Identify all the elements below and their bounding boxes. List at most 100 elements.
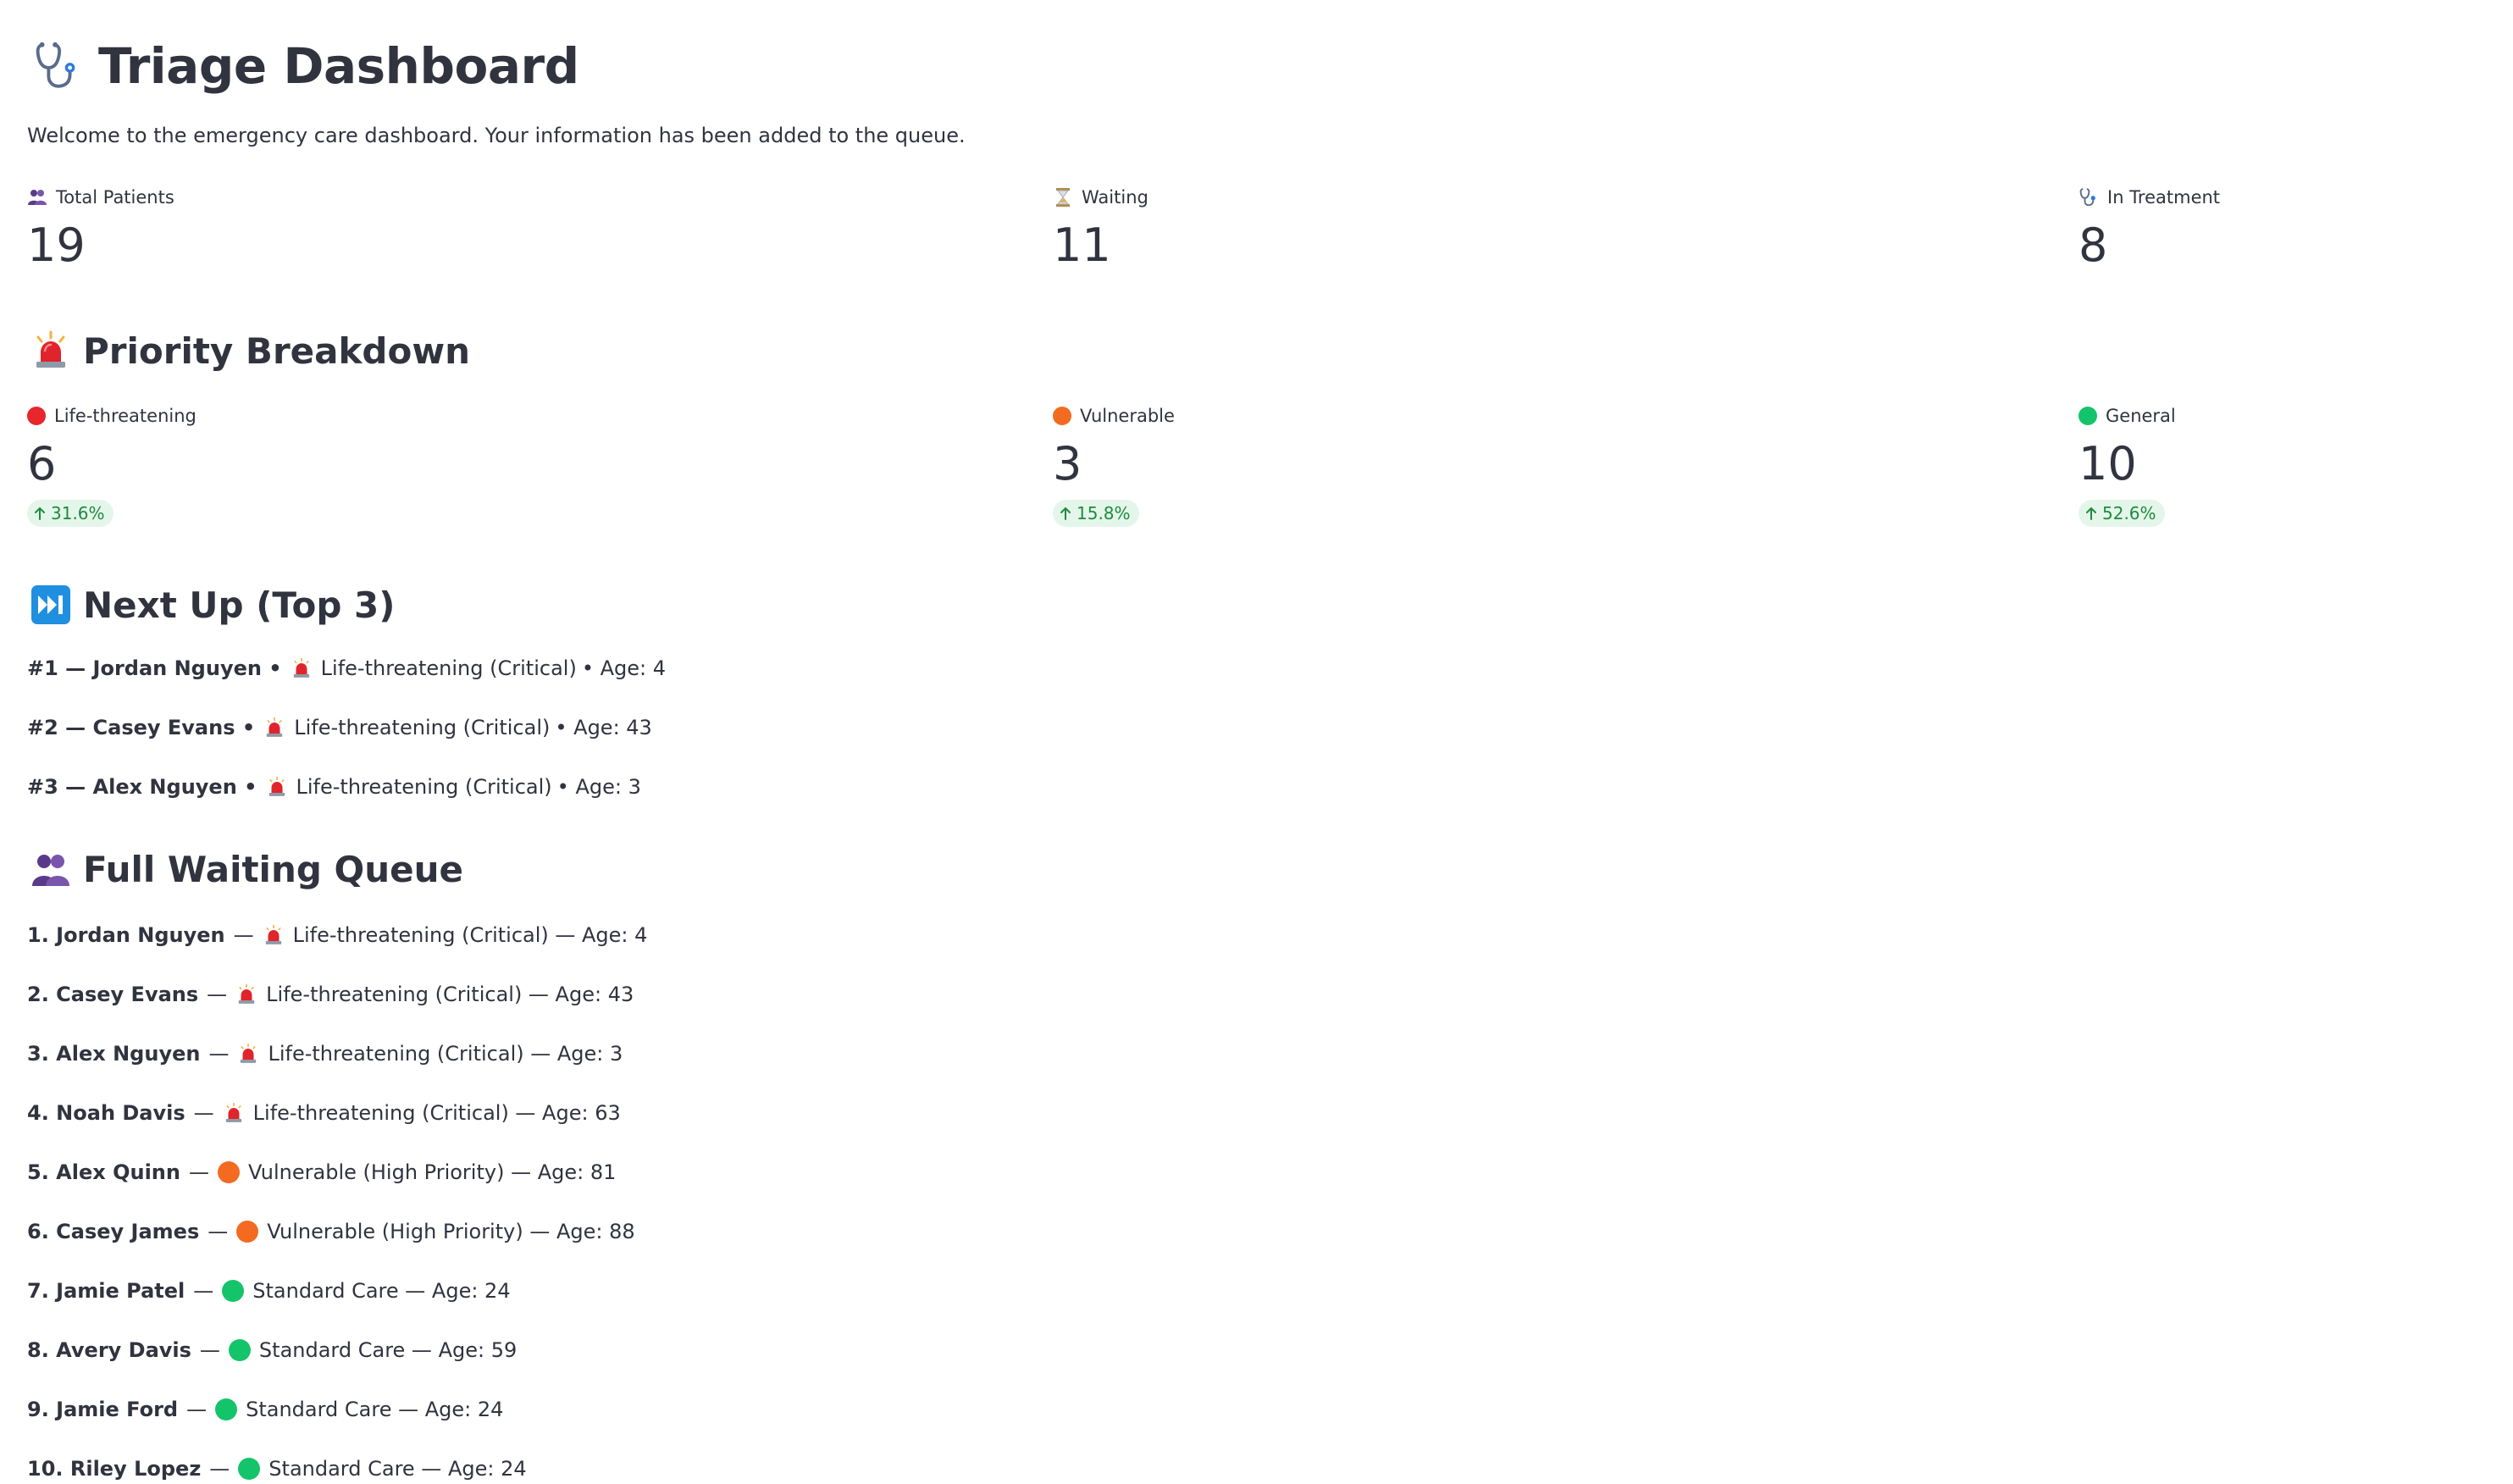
metric-general: General 10 52.6% — [2078, 403, 2176, 527]
next-up-age: • Age: 43 — [555, 716, 652, 739]
priority-marker — [263, 924, 285, 946]
stethoscope-icon — [36, 42, 75, 88]
metric-value: 19 — [27, 219, 86, 272]
queue-separator: — — [199, 1338, 220, 1362]
queue-patient-name: 7. Jamie Patel — [27, 1279, 185, 1303]
next-up-patient: #3 — Alex Nguyen • — [27, 775, 257, 799]
queue-patient-name: 4. Noah Davis — [27, 1101, 185, 1125]
queue-row: 10. Riley Lopez — Standard Care — Age: 24 — [27, 1454, 527, 1483]
next-up-category: Life-threatening (Critical) — [320, 656, 577, 680]
next-track-icon — [31, 585, 70, 624]
hourglass-icon — [1053, 187, 1073, 208]
arrow-up-icon — [1060, 507, 1071, 520]
queue-patient-name: 5. Alex Quinn — [27, 1160, 180, 1184]
delta-badge: 15.8% — [1053, 500, 1139, 527]
queue-separator: — — [208, 1042, 230, 1066]
delta-value: 31.6% — [51, 503, 105, 523]
next-up-patient: #2 — Casey Evans • — [27, 716, 256, 739]
queue-patient-name: 8. Avery Davis — [27, 1338, 191, 1362]
section-title: Next Up (Top 3) — [83, 584, 396, 626]
priority-marker — [235, 983, 257, 1005]
delta-value: 52.6% — [2102, 503, 2156, 523]
section-title: Priority Breakdown — [83, 329, 471, 372]
metric-value: 3 — [1053, 437, 1082, 490]
orange-circle-icon — [1053, 407, 1071, 425]
queue-row: 9. Jamie Ford — Standard Care — Age: 24 — [27, 1395, 503, 1424]
queue-category: Life-threatening (Critical) — Age: 43 — [266, 983, 634, 1006]
metric-label: Vulnerable — [1080, 406, 1175, 426]
metric-value: 6 — [27, 437, 57, 490]
queue-row: 3. Alex Nguyen — Life-threatening (Critica… — [27, 1039, 623, 1068]
metric-total-patients: Total Patients 19 — [27, 185, 174, 271]
queue-category: Life-threatening (Critical) — Age: 4 — [292, 923, 648, 947]
queue-patient-name: 6. Casey James — [27, 1220, 200, 1243]
next-up-item: #1 — Jordan Nguyen • Life-threatening (C… — [27, 654, 666, 683]
queue-separator: — — [209, 1457, 230, 1481]
queue-patient-name: 10. Riley Lopez — [27, 1457, 202, 1481]
queue-separator: — — [207, 983, 228, 1006]
metric-in-treatment: In Treatment 8 — [2078, 185, 2220, 271]
queue-separator: — — [193, 1279, 214, 1303]
metric-value: 8 — [2078, 219, 2108, 272]
siren-icon — [238, 984, 255, 1004]
metric-vulnerable: Vulnerable 3 15.8% — [1053, 403, 1175, 527]
page-title: Triage Dashboard — [98, 37, 579, 95]
metric-label: Life-threatening — [54, 406, 197, 426]
next-up-item: #2 — Casey Evans • Life-threatening (Cri… — [27, 713, 652, 742]
siren-icon — [266, 717, 283, 737]
next-up-category: Life-threatening (Critical) — [296, 775, 552, 799]
queue-separator: — — [188, 1160, 209, 1184]
queue-patient-name: 9. Jamie Ford — [27, 1398, 179, 1421]
full-queue-heading: Full Waiting Queue — [30, 844, 463, 894]
queue-category: Life-threatening (Critical) — Age: 63 — [252, 1101, 621, 1125]
priority-marker — [237, 1043, 259, 1065]
metric-value: 10 — [2078, 437, 2137, 490]
people-icon — [27, 187, 47, 208]
queue-patient-name: 2. Casey Evans — [27, 983, 199, 1006]
next-up-heading: Next Up (Top 3) — [30, 579, 395, 630]
orange-circle-icon — [236, 1221, 259, 1243]
queue-separator: — — [208, 1220, 229, 1243]
arrow-up-icon — [2086, 507, 2096, 520]
queue-separator: — — [193, 1101, 214, 1125]
next-up-category: Life-threatening (Critical) — [294, 716, 551, 739]
section-title: Full Waiting Queue — [83, 848, 464, 890]
queue-category: Vulnerable (High Priority) — Age: 81 — [247, 1160, 617, 1184]
queue-category: Standard Care — Age: 24 — [246, 1398, 504, 1421]
queue-row: 6. Casey James — Vulnerable (High Priority… — [27, 1217, 635, 1246]
metric-label: Waiting — [1082, 187, 1149, 208]
siren-icon — [265, 925, 281, 944]
priority-breakdown-heading: Priority Breakdown — [30, 325, 470, 376]
queue-category: Standard Care — Age: 59 — [258, 1338, 518, 1362]
siren-icon — [293, 658, 309, 678]
page-header: Triage Dashboard — [32, 34, 579, 98]
green-circle-icon — [222, 1280, 245, 1302]
queue-category: Vulnerable (High Priority) — Age: 88 — [267, 1220, 635, 1243]
queue-category: Standard Care — Age: 24 — [268, 1457, 527, 1481]
siren-icon — [36, 330, 65, 368]
siren-icon — [268, 777, 285, 796]
delta-badge: 52.6% — [2078, 500, 2165, 527]
metric-value: 11 — [1053, 219, 1111, 272]
next-up-patient: #1 — Jordan Nguyen • — [27, 656, 282, 680]
green-circle-icon — [215, 1398, 238, 1420]
metric-life-threatening: Life-threatening 6 31.6% — [27, 403, 197, 527]
priority-metrics: Life-threatening 6 31.6% Vulnerable 3 15… — [27, 403, 2483, 539]
red-circle-icon — [27, 407, 46, 425]
queue-row: 4. Noah Davis — Life-threatening (Critical… — [27, 1099, 621, 1127]
green-circle-icon — [238, 1458, 261, 1480]
queue-row: 7. Jamie Patel — Standard Care — Age: 24 — [27, 1276, 511, 1305]
green-circle-icon — [2078, 407, 2097, 425]
next-up-item: #3 — Alex Nguyen • Life-threatening (Cri… — [27, 772, 641, 801]
queue-separator: — — [233, 923, 254, 947]
delta-value: 15.8% — [1077, 503, 1131, 523]
queue-row: 1. Jordan Nguyen — Life-threatening (Criti… — [27, 921, 647, 950]
queue-separator: — — [186, 1398, 208, 1421]
orange-circle-icon — [217, 1161, 240, 1183]
metric-waiting: Waiting 11 — [1053, 185, 1149, 271]
next-up-age: • Age: 3 — [556, 775, 641, 799]
next-up-age: • Age: 4 — [581, 656, 666, 680]
delta-badge: 31.6% — [27, 500, 113, 527]
stethoscope-icon — [2078, 187, 2099, 208]
queue-category: Standard Care — Age: 24 — [252, 1279, 511, 1303]
